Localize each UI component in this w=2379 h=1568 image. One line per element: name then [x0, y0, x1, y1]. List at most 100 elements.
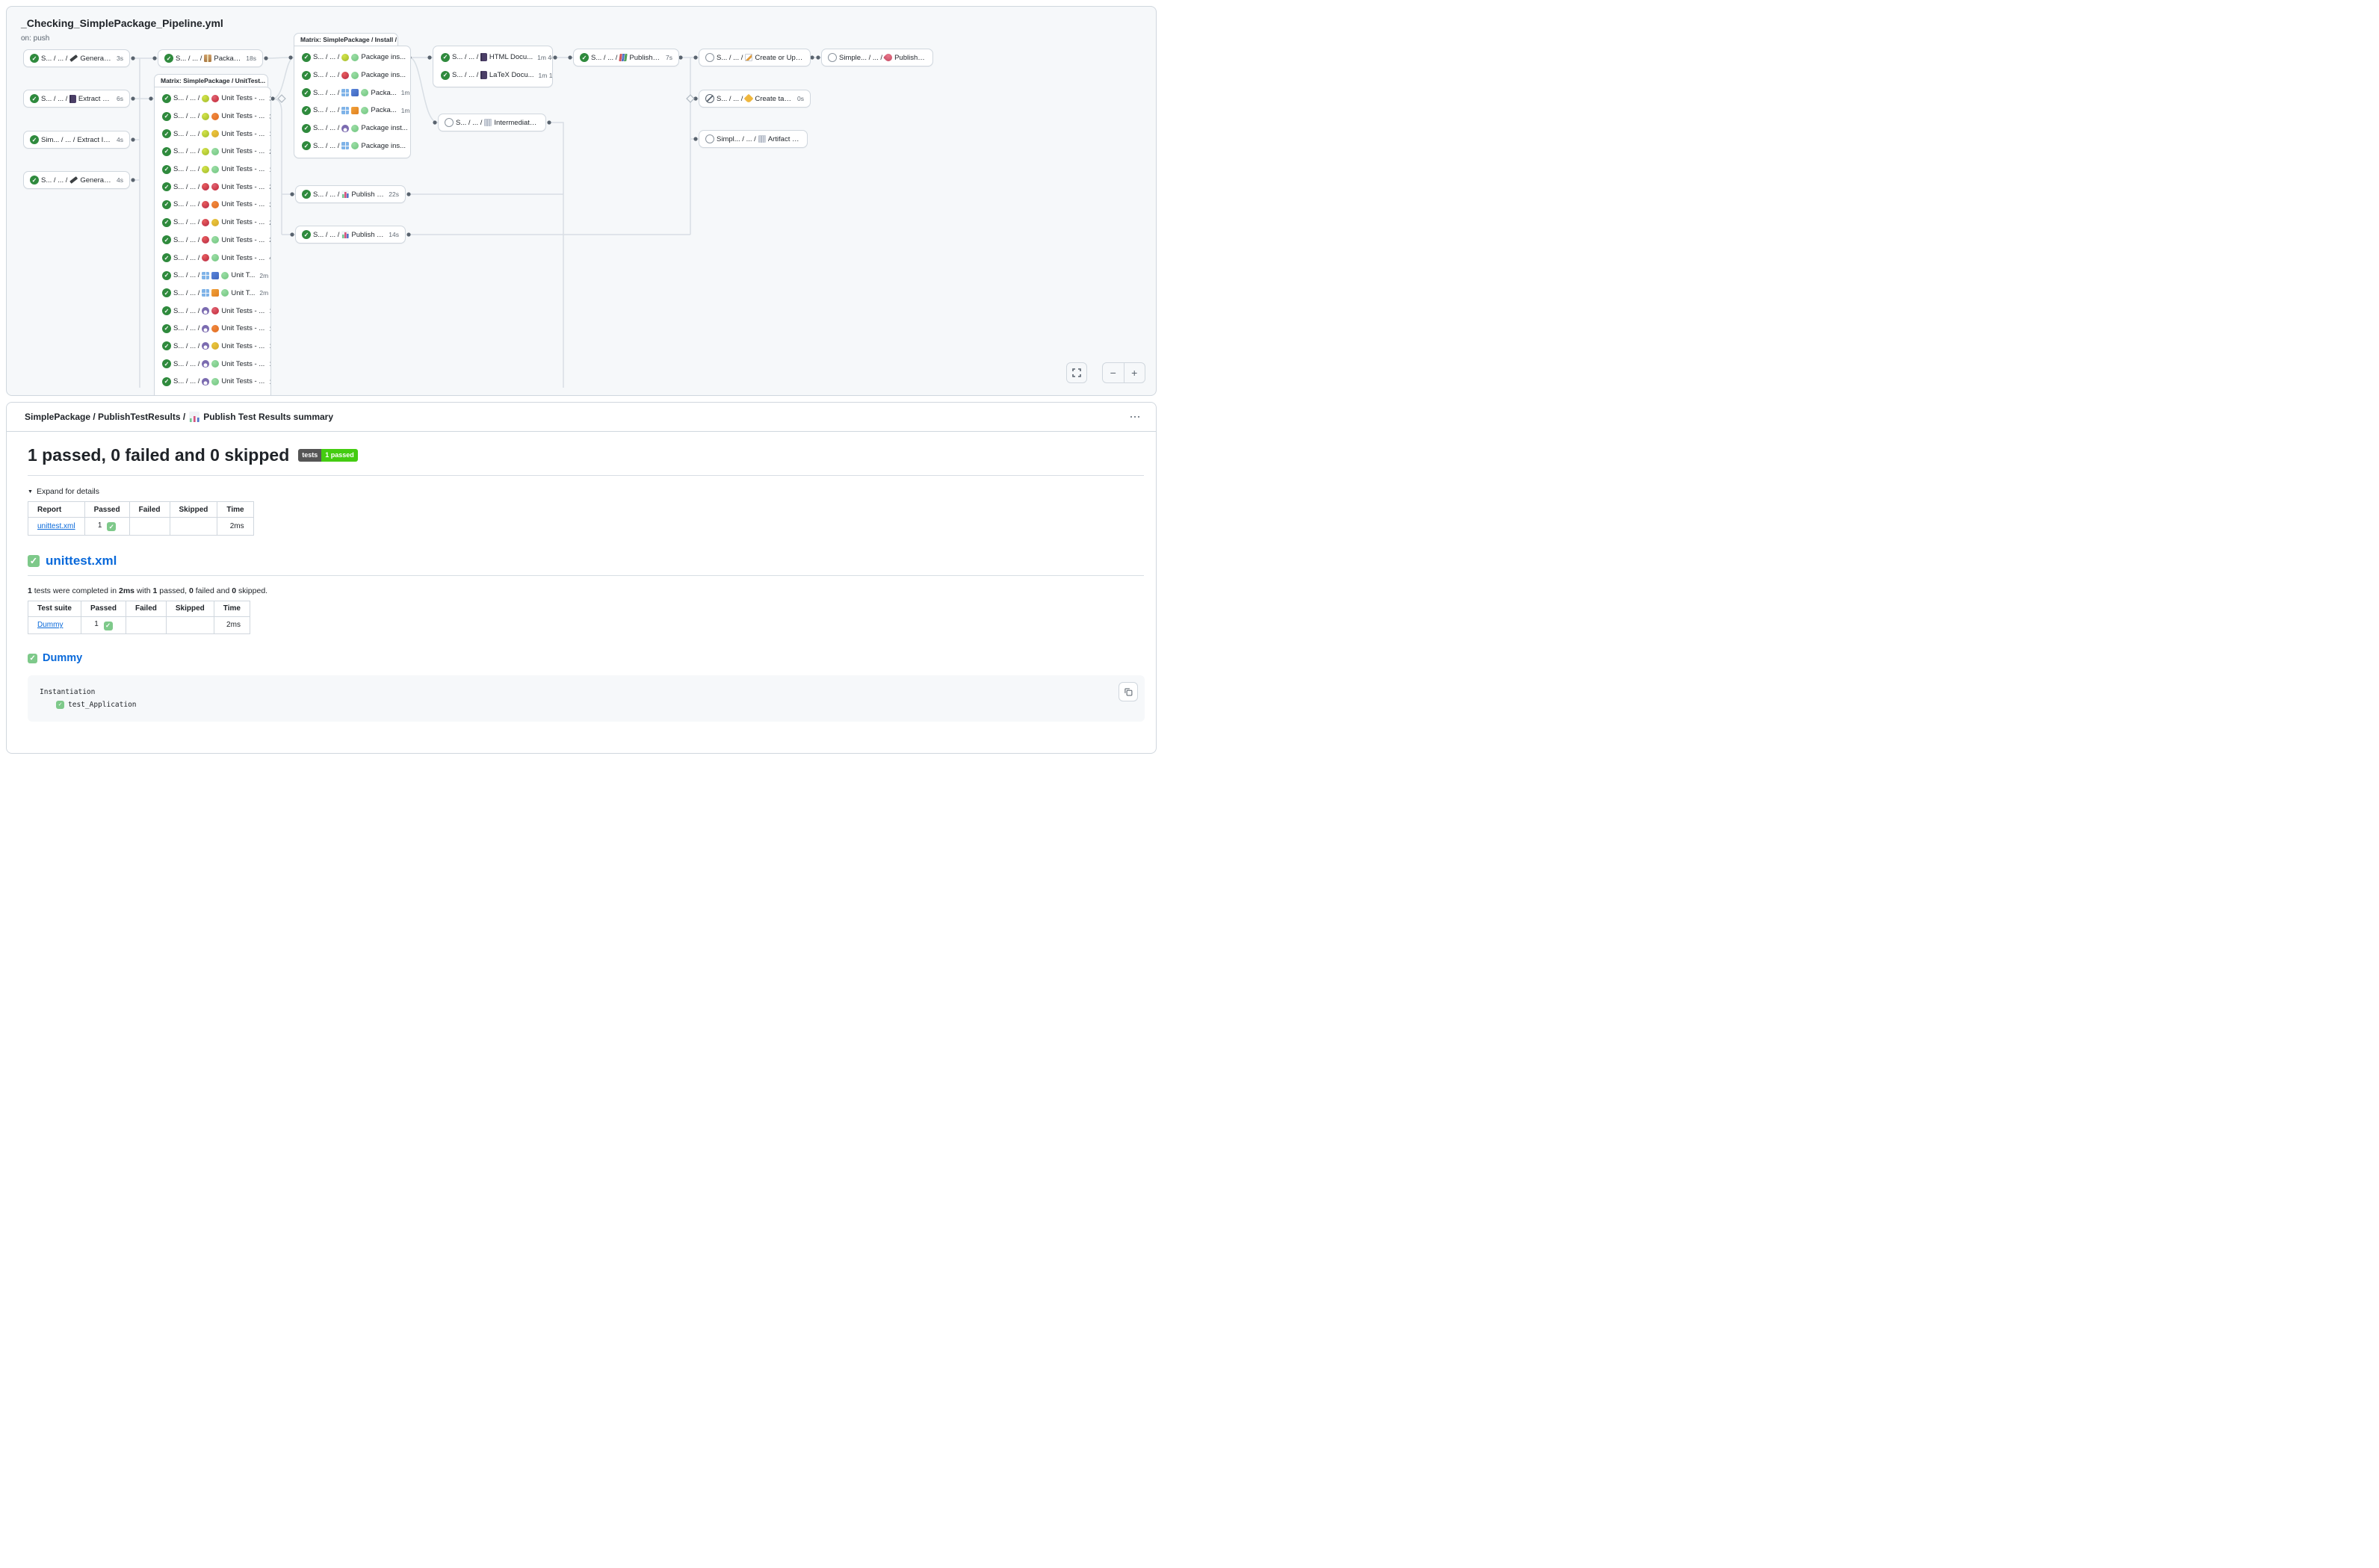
matrix-job-row[interactable]: S... / ... /Unit Tests - ...16s	[155, 302, 270, 320]
zoom-in-button[interactable]: +	[1124, 363, 1145, 382]
job-duration: 36s	[267, 95, 270, 102]
expand-for-details-toggle[interactable]: Expand for details	[28, 487, 1144, 496]
status-success-icon	[162, 165, 171, 174]
circle-yellow-icon	[211, 219, 219, 226]
workflow-node[interactable]: Sim... / ... /Extract Information4s	[23, 131, 130, 149]
matrix-job-row[interactable]: S... / ... /Unit T...2m 7s	[155, 267, 270, 285]
column-header: Failed	[129, 502, 170, 518]
table-header-row: ReportPassedFailedSkippedTime	[28, 502, 254, 518]
workflow-node[interactable]: S... / ... /Create tag '${{ in...0s	[699, 90, 811, 108]
windows-icon	[341, 107, 349, 114]
suite-section-heading: Dummy	[28, 652, 1144, 664]
suite-section-link[interactable]: Dummy	[43, 652, 82, 664]
matrix-job-row[interactable]: S... / ... /Unit Tests - ...25s	[155, 214, 270, 232]
report-section-link[interactable]: unittest.xml	[46, 554, 117, 568]
status-none-icon	[705, 134, 714, 143]
table-link[interactable]: unittest.xml	[37, 522, 75, 530]
badge-label: tests	[298, 449, 321, 462]
status-success-icon	[162, 359, 171, 368]
matrix-job-row[interactable]: S... / ... /Packa...1m 45s	[294, 84, 410, 102]
breadcrumb: SimplePackage / PublishTestResults / Pub…	[25, 412, 333, 422]
kebab-menu-button[interactable]	[1126, 412, 1145, 423]
square-blue-icon	[351, 89, 359, 96]
job-duration: 15s	[267, 342, 270, 350]
circle-green-icon	[211, 236, 219, 244]
job-duration: 4s	[114, 136, 123, 143]
zoom-out-button[interactable]: −	[1103, 363, 1124, 382]
job-path-prefix: S... / ... /	[452, 53, 478, 61]
status-none-icon	[705, 53, 714, 62]
workflow-node[interactable]: S... / ... /Publish Test Re...14s	[295, 226, 406, 244]
status-success-icon	[30, 94, 39, 103]
matrix-job-row[interactable]: S... / ... /Unit Tests - ...18s	[155, 161, 270, 179]
matrix-job-row[interactable]: S... / ... /Package ins...14s	[294, 66, 410, 84]
penguin-icon	[202, 307, 209, 314]
circle-green-icon	[361, 107, 368, 114]
matrix-job-row[interactable]: S... / ... /Unit T...2m 3s	[155, 285, 270, 303]
matrix-job-row[interactable]: S... / ... /Unit Tests - ...40s	[155, 249, 270, 267]
table-link[interactable]: Dummy	[37, 621, 63, 629]
circle-green-icon	[211, 254, 219, 261]
matrix-job-row[interactable]: S... / ... /Unit Tests - ...30s	[155, 196, 270, 214]
apple-green-icon	[202, 130, 209, 137]
circle-orange-icon	[211, 325, 219, 332]
apple-red-icon	[202, 201, 209, 208]
apple-red-icon	[202, 219, 209, 226]
workflow-node[interactable]: S... / ... /Generate pipelin...3s	[23, 49, 130, 67]
matrix-job-row[interactable]: S... / ... /Unit Tests - ...20s	[155, 143, 270, 161]
code-text: test_Application	[68, 698, 137, 711]
workflow-node[interactable]: S... / ... /Intermediate Artifa...	[438, 114, 546, 131]
matrix-job-row[interactable]: S... / ... /Unit Tests - ...19s	[155, 125, 270, 143]
matrix-job-row[interactable]: S... / ... /Unit Tests - ...14s	[155, 373, 270, 391]
workflow-node[interactable]: S... / ... /Publish Code C...22s	[295, 185, 406, 203]
pencil-icon	[69, 176, 78, 184]
workflow-node[interactable]: S... / ... /Package in Sou...18s	[158, 49, 263, 67]
matrix-group-tab-install[interactable]: Matrix: SimplePackage / Install / ...	[294, 33, 398, 46]
job-label: Unit Tests - ...	[221, 377, 264, 385]
matrix-job-row[interactable]: S... / ... /Unit Tests - ...13s	[155, 320, 270, 338]
matrix-job-row[interactable]: S... / ... /Package ins...22s	[294, 137, 410, 155]
matrix-job-row[interactable]: S... / ... /Unit Tests - ...39s	[155, 108, 270, 125]
trash-icon	[484, 119, 492, 126]
apple-green-icon	[202, 166, 209, 173]
matrix-job-row[interactable]: S... / ... /Package inst...9s	[294, 120, 410, 137]
matrix-job-row[interactable]: S... / ... /Unit Tests - ...27s	[155, 232, 270, 250]
job-path-prefix: S... / ... /	[173, 342, 199, 350]
job-path-prefix: S... / ... /	[173, 324, 199, 332]
matrix-job-row[interactable]: S... / ... /LaTeX Docu...1m 18s	[433, 66, 552, 84]
matrix-job-row[interactable]: S... / ... /Packa...1m 48s	[294, 102, 410, 120]
check-square-icon	[56, 701, 64, 709]
status-success-icon	[302, 124, 311, 133]
table-cell	[170, 518, 217, 536]
matrix-job-row[interactable]: S... / ... /Unit Tests - ...36s	[155, 90, 270, 108]
job-label: Generate pipelin...	[80, 176, 112, 185]
table-row: unittest.xml1 2ms	[28, 518, 254, 536]
fit-to-view-button[interactable]	[1066, 362, 1087, 383]
column-header: Time	[217, 502, 253, 518]
matrix-job-row[interactable]: S... / ... /HTML Docu...1m 46s	[433, 49, 552, 66]
circle-red-icon	[211, 183, 219, 190]
matrix-job-row[interactable]: S... / ... /Unit Tests - ...28s	[155, 178, 270, 196]
job-duration: 1m 48s	[399, 107, 410, 114]
workflow-node[interactable]: S... / ... /Generate pipelin...4s	[23, 171, 130, 189]
status-success-icon	[302, 141, 311, 150]
job-duration: 18s	[244, 55, 256, 62]
workflow-node[interactable]: S... / ... /Publish to GH-P...7s	[573, 49, 679, 66]
workflow-node[interactable]: Simple... / ... /Publish to PyPI	[821, 49, 933, 66]
matrix-job-row[interactable]: S... / ... /Unit Tests - ...14s	[155, 355, 270, 373]
windows-icon	[202, 289, 209, 297]
job-path-prefix: S... / ... /	[313, 53, 339, 61]
matrix-job-row[interactable]: S... / ... /Package ins...11s	[294, 49, 410, 66]
job-path-prefix: S... / ... /	[313, 124, 339, 132]
job-label: HTML Docu...	[489, 53, 533, 61]
workflow-node[interactable]: S... / ... /Extract configur...6s	[23, 90, 130, 108]
copy-button[interactable]	[1119, 682, 1138, 701]
workflow-node[interactable]: Simpl... / ... /Artifact Cleanup	[699, 130, 808, 148]
job-duration: 16s	[267, 307, 270, 314]
report-table: ReportPassedFailedSkippedTimeunittest.xm…	[28, 501, 254, 536]
circle-yellow-icon	[211, 130, 219, 137]
workflow-node[interactable]: S... / ... /Create or Update R...	[699, 49, 811, 66]
matrix-job-row[interactable]: S... / ... /Unit Tests - ...15s	[155, 338, 270, 356]
job-path-prefix: S... / ... /	[452, 71, 478, 79]
matrix-group-tab-unittest[interactable]: Matrix: SimplePackage / UnitTest...	[154, 74, 268, 87]
